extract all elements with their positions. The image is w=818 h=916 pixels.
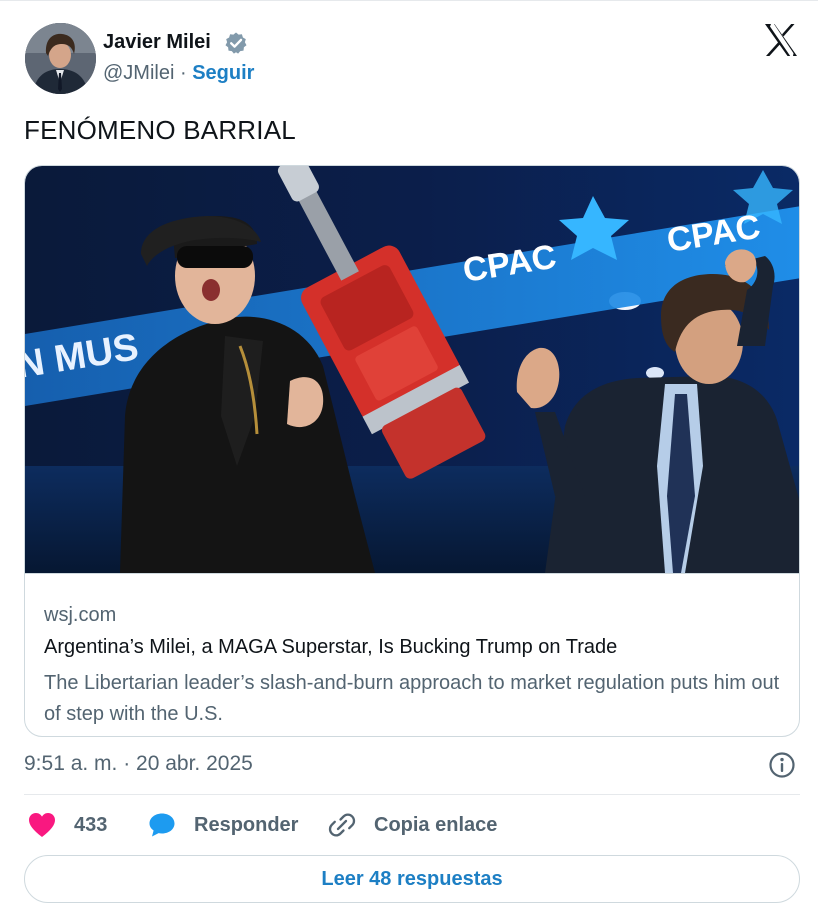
reply-label: Responder	[194, 813, 299, 836]
author-name[interactable]: Javier Milei	[103, 31, 211, 54]
like-count: 433	[74, 813, 108, 836]
link-domain: wsj.com	[44, 604, 117, 626]
copy-link-label: Copia enlace	[374, 813, 498, 836]
speech-bubble-icon	[148, 812, 176, 838]
follow-button[interactable]: Seguir	[192, 62, 254, 84]
tweet-embed: Javier Milei @JMilei · Seguir FENÓMENO B…	[0, 0, 818, 916]
verified-badge-icon	[224, 31, 248, 55]
tweet-timestamp[interactable]: 9:51 a. m. · 20 abr. 2025	[24, 752, 253, 776]
like-button[interactable]: 433	[28, 809, 107, 841]
tweet-text: FENÓMENO BARRIAL	[24, 115, 296, 145]
link-preview-card[interactable]: CPAC CPAC N MUS wsj.com Argentina’s Mile…	[24, 165, 800, 737]
link-description: The Libertarian leader’s slash-and-burn …	[44, 672, 780, 725]
link-card-meta[interactable]: wsj.com Argentina’s Milei, a MAGA Supers…	[25, 573, 799, 736]
divider	[24, 794, 800, 795]
link-title[interactable]: Argentina’s Milei, a MAGA Superstar, Is …	[44, 636, 617, 659]
handle-separator: ·	[174, 62, 193, 84]
x-logo-icon[interactable]	[763, 23, 799, 57]
author-handle[interactable]: @JMilei	[103, 62, 174, 84]
heart-icon	[28, 812, 56, 838]
author-handle-row: @JMilei · Seguir	[103, 62, 254, 85]
link-icon	[328, 811, 356, 839]
copy-link-button[interactable]: Copia enlace	[328, 809, 497, 841]
info-icon[interactable]	[768, 751, 796, 779]
author-avatar[interactable]	[25, 23, 96, 94]
article-image[interactable]: CPAC CPAC N MUS	[25, 166, 799, 573]
read-replies-label: Leer 48 respuestas	[321, 867, 503, 890]
read-replies-button[interactable]: Leer 48 respuestas	[24, 855, 800, 903]
reply-button[interactable]: Responder	[148, 809, 298, 841]
